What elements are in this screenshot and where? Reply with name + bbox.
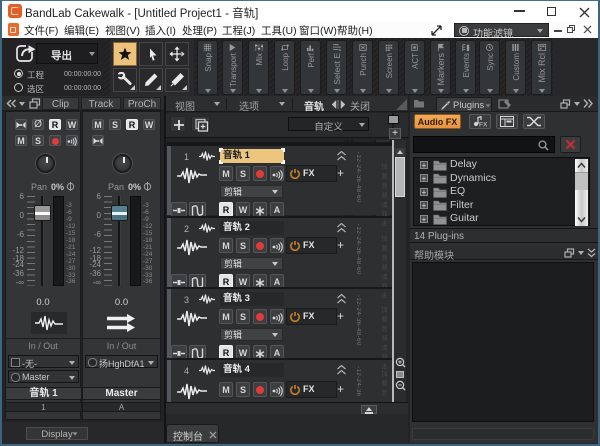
- svg-text:FX: FX: [479, 122, 487, 128]
